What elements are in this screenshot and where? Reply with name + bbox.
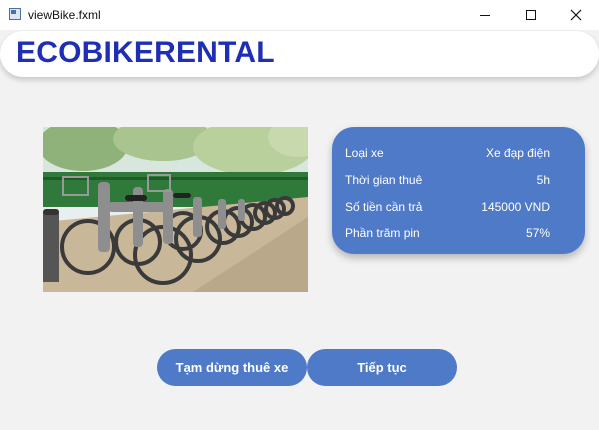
info-row-bike-type: Loại xe Xe đạp điện	[345, 146, 550, 162]
bike-type-value: Xe đạp điện	[485, 146, 550, 160]
battery-value: 57%	[525, 226, 550, 240]
info-row-rental-time: Thời gian thuê 5h	[345, 173, 550, 189]
amount-due-value: 145000 VND	[481, 200, 550, 214]
brand-title: ECOBIKERENTAL	[16, 36, 275, 69]
bike-image	[43, 127, 308, 292]
bike-type-label: Loại xe	[345, 146, 384, 160]
maximize-button[interactable]	[508, 0, 554, 30]
info-row-amount-due: Số tiền cần trả 145000 VND	[345, 200, 550, 216]
window-title: viewBike.fxml	[28, 8, 101, 22]
close-button[interactable]	[553, 0, 599, 30]
minimize-icon	[480, 14, 490, 16]
bike-illustration	[43, 127, 308, 292]
continue-button[interactable]: Tiếp tục	[307, 349, 457, 386]
maximize-icon	[526, 10, 536, 20]
rental-time-label: Thời gian thuê	[345, 173, 423, 187]
close-icon	[570, 9, 582, 21]
app-window-icon	[9, 8, 21, 20]
bike-info-card: Loại xe Xe đạp điện Thời gian thuê 5h Số…	[332, 127, 585, 254]
window-titlebar: viewBike.fxml	[0, 0, 599, 30]
minimize-button[interactable]	[462, 0, 508, 30]
rental-time-value: 5h	[536, 173, 550, 187]
pause-rental-button[interactable]: Tạm dừng thuê xe	[157, 349, 307, 386]
info-row-battery: Phần trăm pin 57%	[345, 226, 550, 242]
app-header: ECOBIKERENTAL	[0, 31, 599, 77]
amount-due-label: Số tiền cần trả	[345, 200, 423, 214]
battery-label: Phần trăm pin	[345, 226, 420, 240]
